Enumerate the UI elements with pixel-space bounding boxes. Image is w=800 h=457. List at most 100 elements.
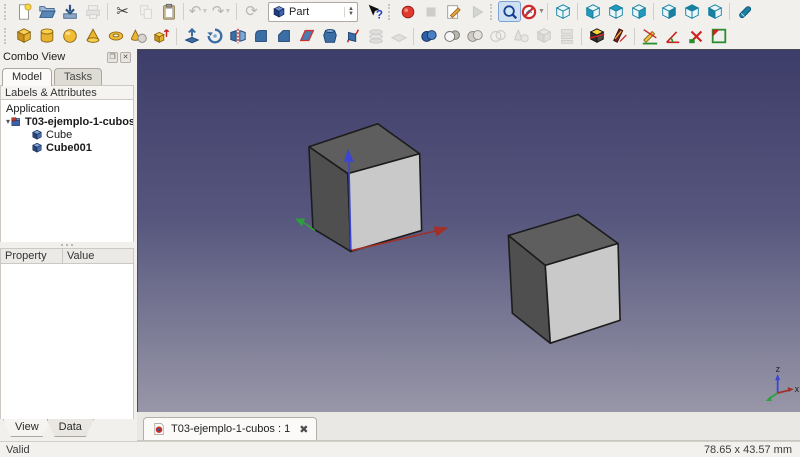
model-tree: Application ▾ T03-ejemplo-1-cubos Cube (0, 100, 134, 242)
toolbar-drag-handle[interactable] (4, 4, 8, 20)
tab-data[interactable]: Data (47, 419, 94, 437)
view-top-button[interactable] (604, 1, 627, 22)
scissors-icon: ✂ (116, 4, 129, 19)
copy-button (134, 1, 157, 22)
cross-sections-button[interactable] (608, 26, 631, 47)
part-cylinder-button[interactable] (35, 26, 58, 47)
dropdown-caret-icon[interactable]: ▼ (224, 8, 231, 15)
toolbar-separator (236, 3, 237, 20)
view-left-button[interactable] (703, 1, 726, 22)
loft-button[interactable] (318, 26, 341, 47)
measure-distance-button[interactable] (733, 1, 756, 22)
p-shapebuilder-icon (153, 27, 171, 45)
tab-tasks[interactable]: Tasks (54, 68, 102, 86)
part-cone-button[interactable] (81, 26, 104, 47)
bool-common-icon (466, 27, 484, 45)
p-sphere-icon (61, 27, 79, 45)
tree-item-cube[interactable]: Cube (1, 128, 133, 141)
gray-slab-icon (390, 27, 408, 45)
fillet-button[interactable] (249, 26, 272, 47)
cross-section-button[interactable] (585, 26, 608, 47)
value-column-header[interactable]: Value (62, 249, 134, 264)
gray-stack-icon (367, 27, 385, 45)
toolbar-drag-handle[interactable] (4, 28, 8, 44)
chamfer-button[interactable] (272, 26, 295, 47)
extrude-button[interactable] (180, 26, 203, 47)
draw-style-button[interactable]: ▼ (521, 1, 544, 22)
tree-item-application[interactable]: Application (1, 102, 133, 115)
mirror-button[interactable] (226, 26, 249, 47)
cube-top-icon (607, 3, 625, 21)
tab-view[interactable]: View (3, 419, 51, 437)
3d-viewport[interactable]: zx (137, 49, 800, 412)
boolean-common-button[interactable] (463, 26, 486, 47)
toolbar-separator (183, 3, 184, 20)
part-primitives-button[interactable] (127, 26, 150, 47)
new-file-button[interactable] (12, 1, 35, 22)
toolbar-separator (653, 3, 654, 20)
part-box-button[interactable] (12, 26, 35, 47)
measure-toggle-all-button[interactable] (707, 26, 730, 47)
fit-all-button[interactable] (498, 1, 521, 22)
measure-angular-button[interactable] (661, 26, 684, 47)
cube-left-icon (706, 3, 724, 21)
dock-close-button[interactable]: ✕ (120, 52, 131, 63)
boolean-union-button[interactable] (417, 26, 440, 47)
view-right-button[interactable] (627, 1, 650, 22)
property-table-header: Property Value (0, 248, 134, 264)
workbench-selector[interactable]: Part▲▼ (268, 2, 358, 22)
refresh-button: ⟳ (240, 1, 263, 22)
p-cylinder-icon (38, 27, 56, 45)
boolean-cut-button[interactable] (440, 26, 463, 47)
combo-view-tabs: Model Tasks (0, 65, 134, 86)
sweep-button[interactable] (341, 26, 364, 47)
view-bottom-button[interactable] (680, 1, 703, 22)
open-file-button[interactable] (35, 1, 58, 22)
document-tab[interactable]: T03-ejemplo-1-cubos : 1 ✖ (143, 417, 317, 440)
dropdown-caret-icon[interactable]: ▼ (201, 8, 208, 15)
whats-this-button[interactable]: ? (363, 1, 386, 22)
property-column-header[interactable]: Property (0, 249, 62, 264)
toolbar-drag-handle[interactable] (388, 4, 392, 20)
macro-record-button[interactable] (396, 1, 419, 22)
toolbar-drag-handle[interactable] (490, 4, 494, 20)
view-rear-button[interactable] (657, 1, 680, 22)
part-sphere-button[interactable] (58, 26, 81, 47)
join-connect-button (509, 26, 532, 47)
m-toggle-icon (710, 27, 728, 45)
tree-item-cube001[interactable]: Cube001 (1, 141, 133, 154)
print-button (81, 1, 104, 22)
p-primitives-icon (130, 27, 148, 45)
save-button[interactable] (58, 1, 81, 22)
tree-item-document[interactable]: ▾ T03-ejemplo-1-cubos (1, 115, 133, 128)
nav-axis-cross (766, 396, 772, 401)
combo-spinner-icon[interactable]: ▲▼ (344, 7, 354, 17)
dock-float-button[interactable]: ❐ (107, 52, 118, 63)
toolbar-separator (729, 3, 730, 20)
cube-axo-icon (554, 3, 572, 21)
dropdown-caret-icon[interactable]: ▼ (538, 8, 545, 15)
cube-blue-icon (272, 5, 286, 19)
nav-axis-cross (788, 387, 794, 392)
revolve-button[interactable] (203, 26, 226, 47)
view-front-button[interactable] (581, 1, 604, 22)
redo-button: ↷▼ (210, 1, 233, 22)
shape-builder-button[interactable] (150, 26, 173, 47)
measure-clear-button[interactable] (684, 26, 707, 47)
paste-button[interactable] (157, 1, 180, 22)
tab-model[interactable]: Model (2, 68, 52, 86)
macro-edit-button[interactable] (442, 1, 465, 22)
fit-all-icon (501, 3, 519, 21)
measure-linear-button[interactable] (638, 26, 661, 47)
nav-axis-z-label: z (776, 364, 781, 374)
cube-front-icon (584, 3, 602, 21)
ruled-surface-button[interactable] (295, 26, 318, 47)
cube-icon (31, 142, 43, 154)
gray-tree-icon (558, 27, 576, 45)
tab-close-icon[interactable]: ✖ (299, 423, 308, 436)
view-axonometric-button[interactable] (551, 1, 574, 22)
draw-style-icon (520, 3, 538, 21)
copy-icon (137, 3, 155, 21)
part-torus-button[interactable] (104, 26, 127, 47)
cut-button[interactable]: ✂ (111, 1, 134, 22)
